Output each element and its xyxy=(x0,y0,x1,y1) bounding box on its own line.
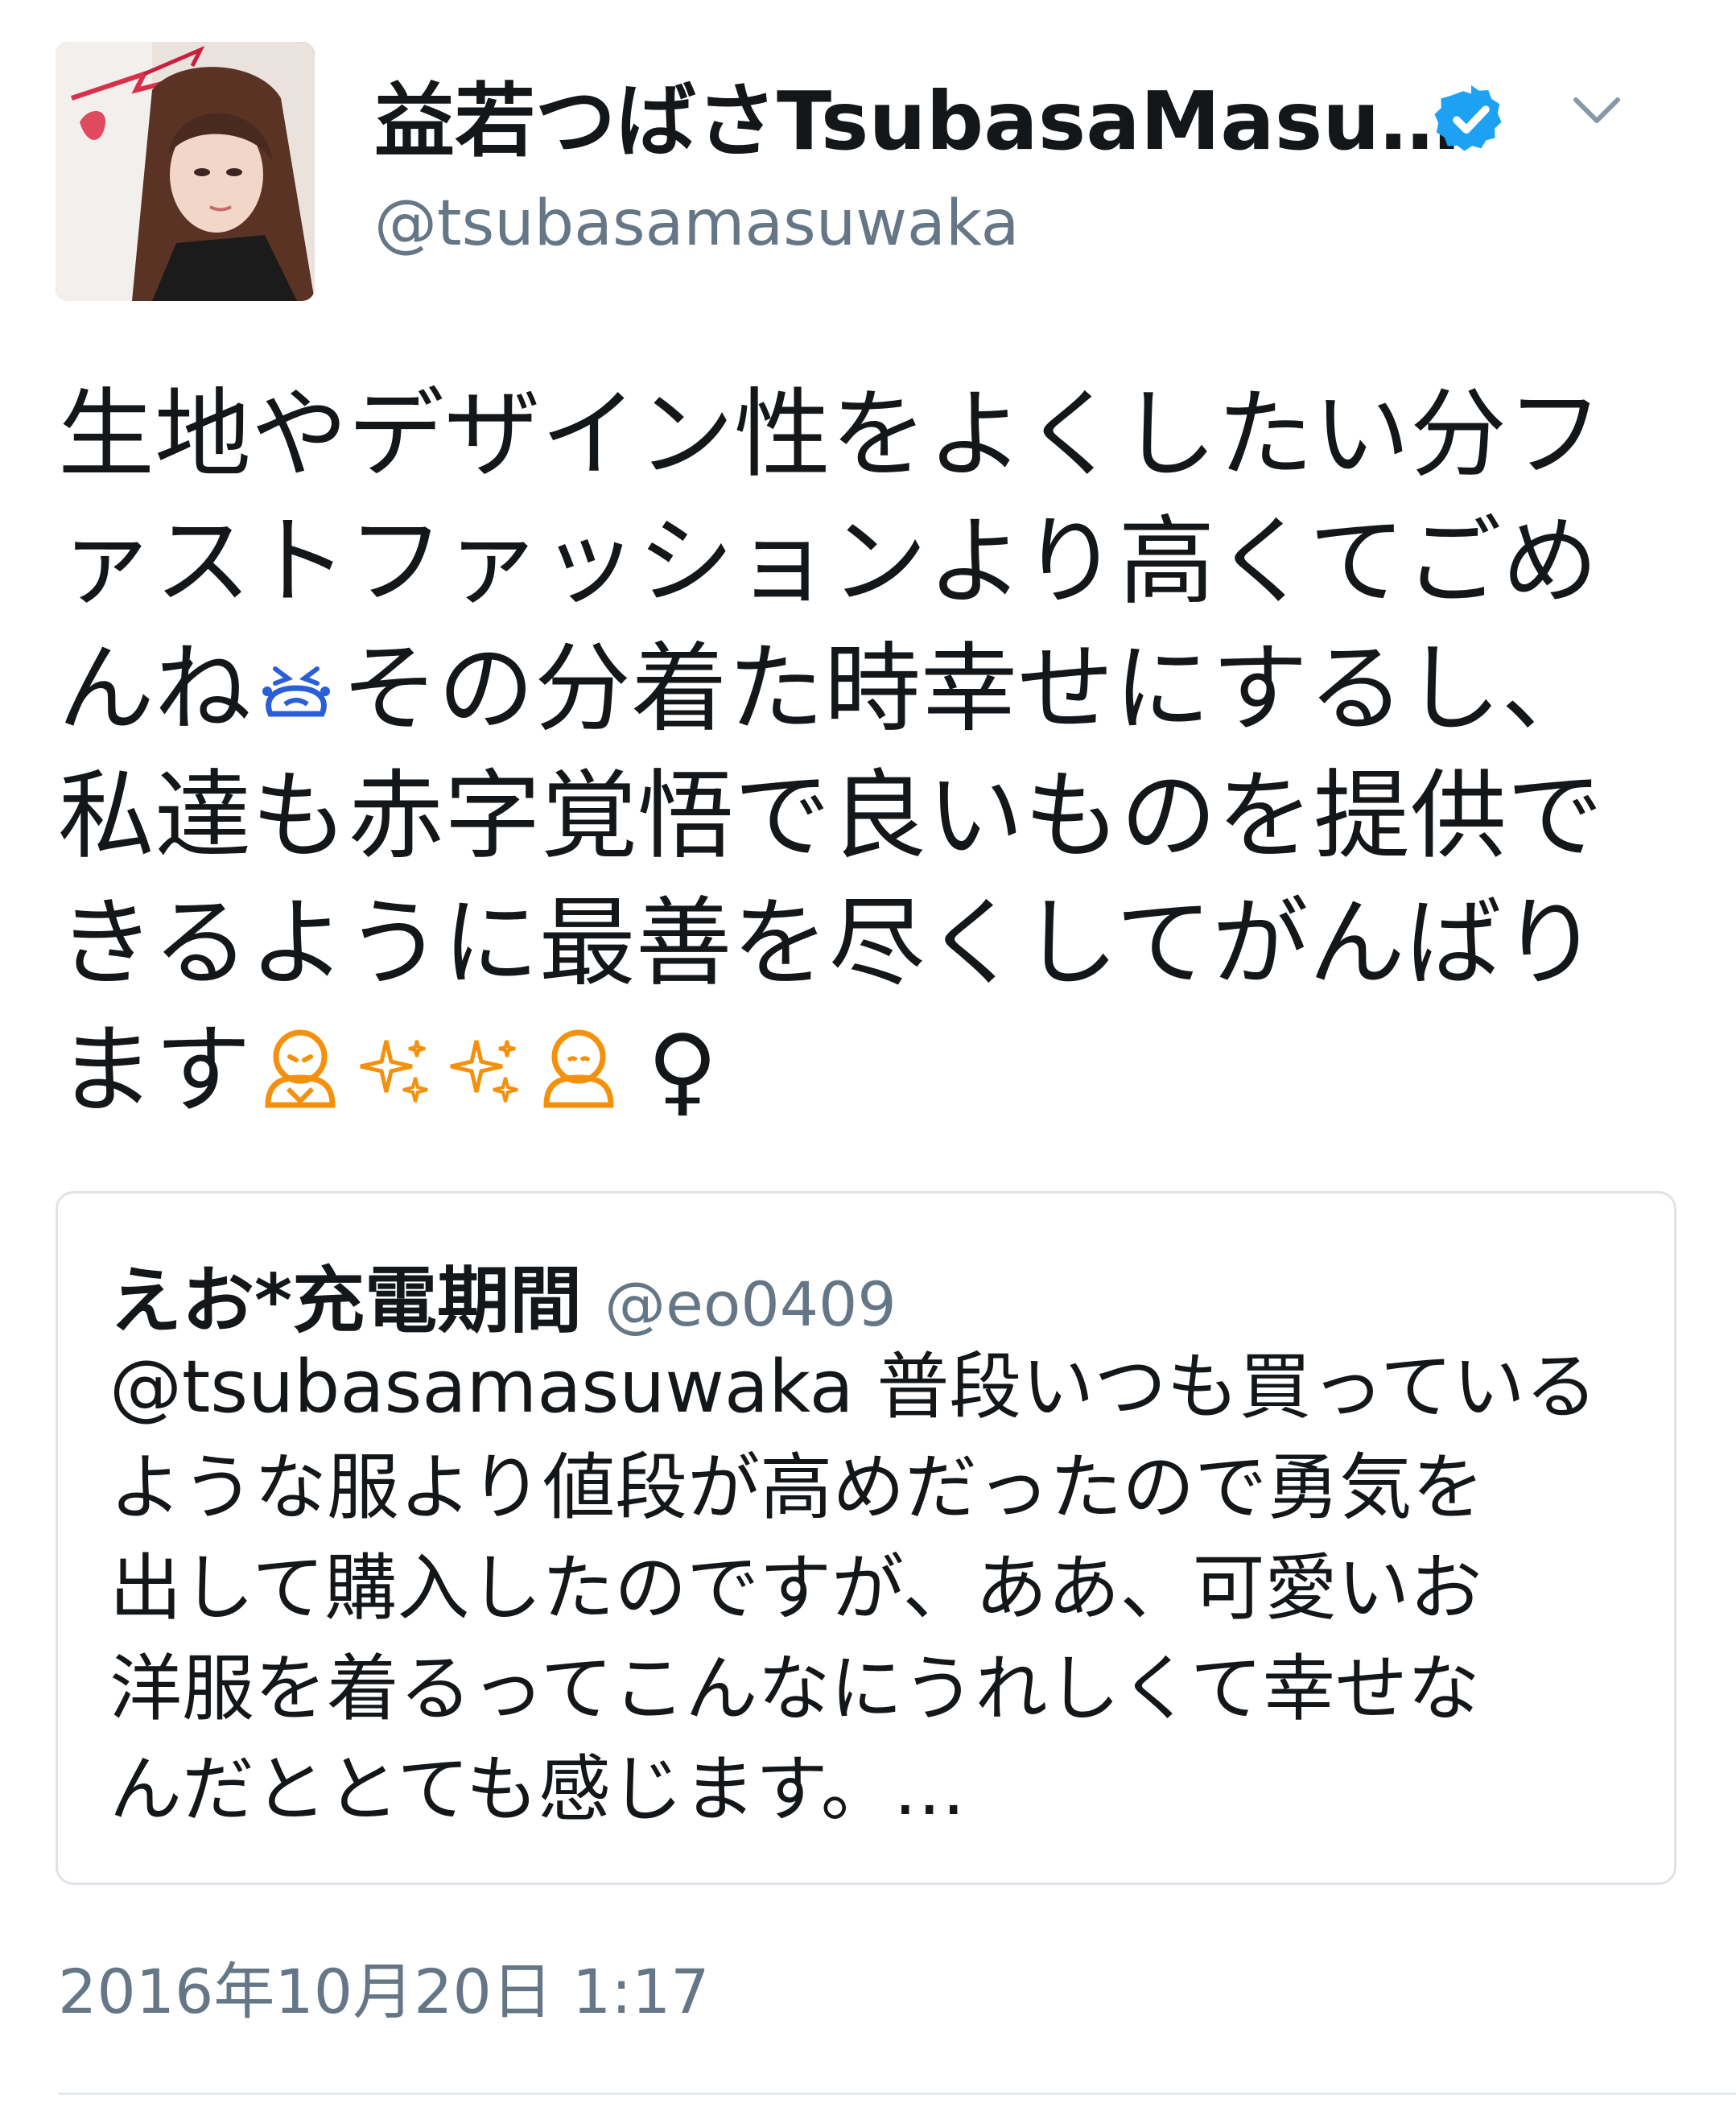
user-handle[interactable]: @tsubasamasuwaka xyxy=(374,183,1019,264)
person-bowing-emoji-icon xyxy=(543,1029,614,1108)
crying-face-emoji-icon xyxy=(262,666,330,717)
display-name[interactable]: 益若つばさTsubasaMasu… xyxy=(374,69,1460,174)
quoted-line: んだととても感じます。… xyxy=(109,1747,966,1832)
divider xyxy=(58,2093,1736,2095)
quoted-user-handle: @eo0409 xyxy=(604,1268,897,1340)
tweet-line: ァストファッションより高くてごめ xyxy=(58,506,1598,618)
profile-photo xyxy=(56,42,315,301)
tweet-line: きるように最善を尽くしてがんばり xyxy=(58,888,1598,1000)
chevron-down-icon[interactable] xyxy=(1571,90,1623,130)
tweet-line: んね その分着た時幸せにするし、 xyxy=(58,633,1598,745)
quoted-mention: @tsubasamasuwaka xyxy=(109,1345,854,1429)
tweet-line: 私達も赤字覚悟で良いものを提供で xyxy=(58,761,1603,872)
tweet-timestamp[interactable]: 2016年10月20日 1:17 xyxy=(58,1952,710,2032)
quoted-line: @tsubasamasuwaka 普段いつも買っている xyxy=(109,1345,1598,1429)
quoted-line: ような服より値段が高めだったので勇気を xyxy=(109,1445,1485,1530)
tweet-line: 生地やデザイン性をよくしたい分フ xyxy=(58,379,1603,491)
quoted-line: 洋服を着るってこんなにうれしくて幸せな xyxy=(109,1647,1480,1731)
person-bowing-emoji-icon xyxy=(265,1029,336,1108)
sparkles-emoji-icon xyxy=(360,1040,428,1103)
avatar[interactable] xyxy=(56,42,315,301)
sparkles-emoji-icon xyxy=(450,1040,518,1103)
tweet-text: 生地やデザイン性をよくしたい分フ ァストファッションより高くてごめ んね その分… xyxy=(58,372,1619,1135)
quoted-tweet-text: @tsubasamasuwaka 普段いつも買っている ような服より値段が高めだ… xyxy=(109,1337,1639,1840)
quoted-display-name: えお*充電期間 xyxy=(109,1259,583,1343)
quoted-tweet-header: えお*充電期間 @eo0409 xyxy=(109,1242,897,1346)
tweet-line: ます ♀ xyxy=(58,1015,718,1127)
verified-badge-icon xyxy=(1434,85,1502,151)
quoted-line: 出して購入したのですが、ああ、可愛いお xyxy=(109,1546,1482,1631)
quoted-tweet-card[interactable]: えお*充電期間 @eo0409 @tsubasamasuwaka 普段いつも買って… xyxy=(56,1191,1676,1885)
